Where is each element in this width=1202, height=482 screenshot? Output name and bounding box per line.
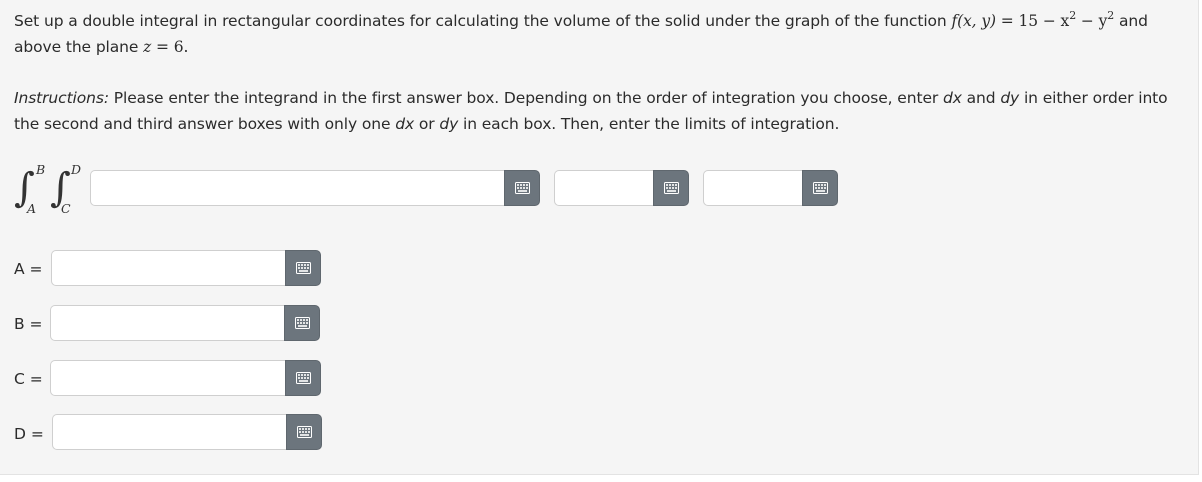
differential1-field[interactable] — [554, 170, 653, 206]
keyboard-icon — [514, 182, 530, 194]
integrand-keyboard-button[interactable] — [504, 170, 540, 206]
limit-d-keyboard-button[interactable] — [286, 414, 322, 450]
limit-c-keyboard-button[interactable] — [285, 360, 321, 396]
question-intro: Set up a double integral in rectangular … — [14, 12, 952, 30]
differential2-input[interactable] — [704, 171, 802, 205]
limit-c-field[interactable] — [50, 360, 285, 396]
instructions-text: Instructions: Please enter the integrand… — [14, 86, 1174, 137]
integrand-input[interactable] — [91, 171, 504, 205]
dy-term-2: dy — [439, 114, 459, 133]
instructions-part4: or — [414, 114, 440, 133]
instructions-label: Instructions: — [14, 89, 109, 107]
dx-term: dx — [942, 89, 962, 107]
limit-b-keyboard-button[interactable] — [284, 305, 320, 341]
outer-upper-limit: B — [36, 162, 46, 177]
limit-b-field[interactable] — [50, 305, 284, 341]
limit-c-input[interactable] — [51, 361, 285, 395]
limit-a-field[interactable] — [51, 250, 285, 286]
dy-term: dy — [1000, 89, 1020, 107]
question-text: Set up a double integral in rectangular … — [14, 9, 1174, 60]
inner-lower-limit: C — [61, 201, 71, 216]
keyboard-icon — [295, 372, 311, 384]
limit-d-field[interactable] — [52, 414, 286, 450]
limit-b-input[interactable] — [51, 306, 284, 340]
outer-lower-limit: A — [27, 201, 37, 216]
keyboard-icon — [812, 182, 828, 194]
differential2-keyboard-button[interactable] — [802, 170, 838, 206]
instructions-part2: and — [961, 89, 1001, 107]
plane-equation: = 6. — [151, 37, 189, 56]
keyboard-icon — [296, 426, 312, 438]
function-expression-part2: − y — [1076, 12, 1108, 30]
function-name: f(x, y) — [951, 12, 996, 30]
instructions-part5: in each box. Then, enter the limits of i… — [458, 114, 840, 133]
differential1-input[interactable] — [555, 171, 653, 205]
inner-upper-limit: D — [71, 162, 82, 177]
dx-term-2: dx — [395, 114, 415, 133]
limit-c-label: C = — [14, 370, 43, 388]
keyboard-icon — [295, 262, 311, 274]
limit-a-input[interactable] — [52, 251, 285, 285]
limit-d-label: D = — [14, 425, 44, 443]
differential1-keyboard-button[interactable] — [653, 170, 689, 206]
keyboard-icon — [663, 182, 679, 194]
limit-b-label: B = — [14, 315, 43, 333]
limit-a-keyboard-button[interactable] — [285, 250, 321, 286]
function-expression-part1: = 15 − x — [995, 12, 1070, 30]
keyboard-icon — [294, 317, 310, 329]
limit-a-label: A = — [14, 260, 43, 278]
question-panel: Set up a double integral in rectangular … — [0, 0, 1199, 475]
instructions-part1: Please enter the integrand in the first … — [108, 89, 943, 107]
limit-d-input[interactable] — [53, 415, 286, 449]
differential2-field[interactable] — [703, 170, 802, 206]
integrand-field[interactable] — [90, 170, 504, 206]
